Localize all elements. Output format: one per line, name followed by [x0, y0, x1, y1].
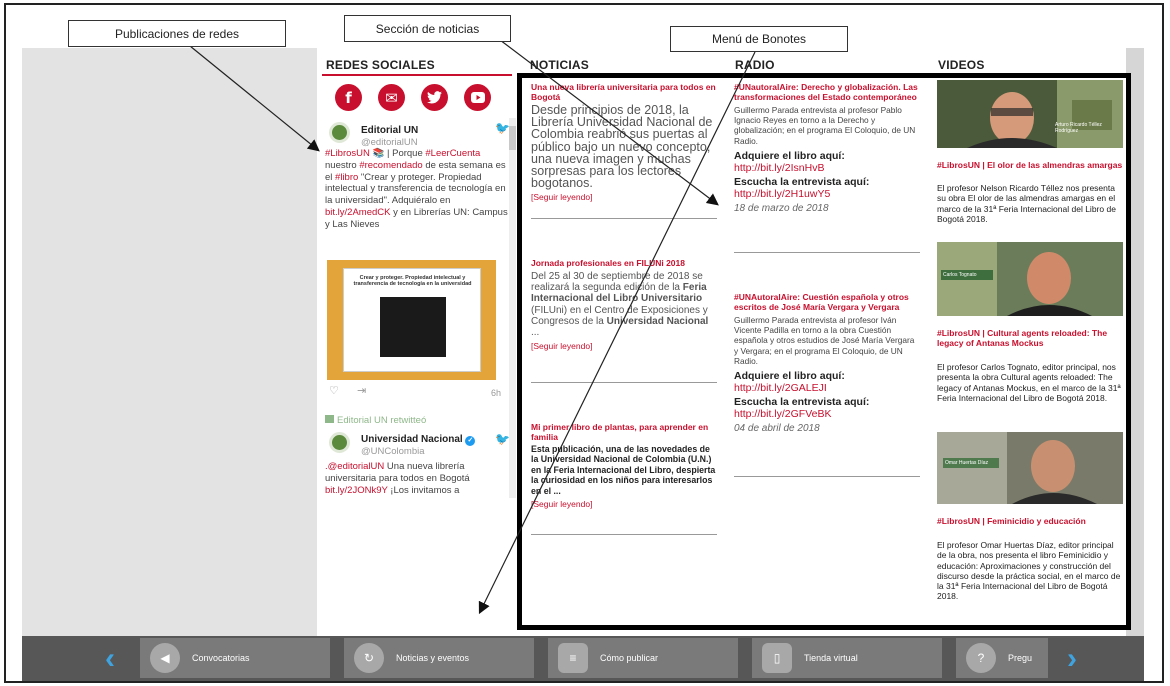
noticias-eventos-label: Noticias y eventos — [396, 653, 470, 663]
carousel-prev-button[interactable]: ‹ — [86, 636, 134, 681]
preguntas-button[interactable]: ? Pregu — [956, 638, 1048, 678]
bottom-button-bar: ‹ ◀ Convocatorias ↻ Noticias y eventos ≡ Có… — [22, 636, 1144, 681]
megaphone-icon: ◀ — [150, 643, 180, 673]
noticias-eventos-button[interactable]: ↻ Noticias y eventos — [344, 638, 534, 678]
tienda-virtual-label: Tienda virtual — [804, 653, 858, 663]
carousel-next-button[interactable]: › — [1048, 636, 1096, 681]
annotation-label-networks: Publicaciones de redes — [68, 20, 286, 47]
como-publicar-button[interactable]: ≡ Cómo publicar — [548, 638, 738, 678]
annotation-label-buttons: Menú de Bonotes — [670, 26, 848, 52]
convocatorias-label: Convocatorias — [192, 653, 250, 663]
preguntas-label: Pregu — [1008, 653, 1033, 663]
document-icon: ≡ — [558, 643, 588, 673]
tablet-icon: ▯ — [762, 643, 792, 673]
annotation-arrows — [189, 39, 756, 615]
tienda-virtual-button[interactable]: ▯ Tienda virtual — [752, 638, 942, 678]
refresh-icon: ↻ — [354, 643, 384, 673]
como-publicar-label: Cómo publicar — [600, 653, 659, 663]
convocatorias-button[interactable]: ◀ Convocatorias — [140, 638, 330, 678]
question-icon: ? — [966, 643, 996, 673]
annotation-label-news: Sección de noticias — [344, 15, 511, 42]
